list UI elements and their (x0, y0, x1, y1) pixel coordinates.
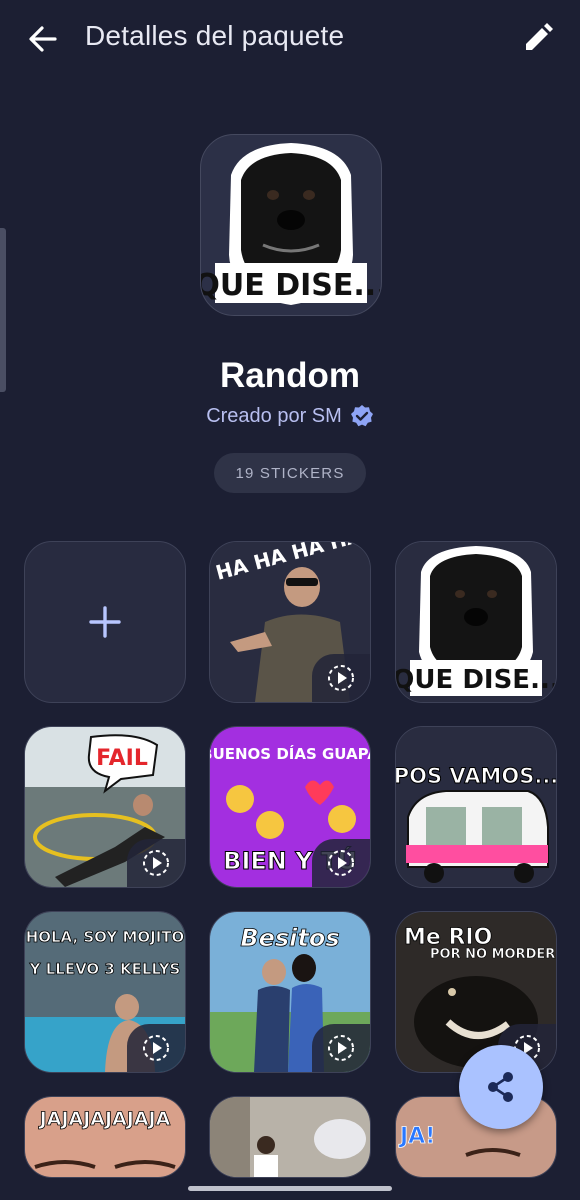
animated-indicator (312, 654, 370, 702)
cover-caption: QUE DISE... (201, 268, 381, 303)
sticker-tile[interactable]: HA HA HA HA HA (209, 541, 371, 703)
animated-indicator (312, 1024, 370, 1072)
sticker-tile[interactable]: JAJAJAJAJAJA (24, 1096, 186, 1178)
play-circle-icon (328, 850, 354, 876)
verified-badge-icon (350, 405, 373, 427)
sticker-tile[interactable]: Me RIO POR NO MORDER (395, 911, 557, 1073)
play-circle-icon (328, 665, 354, 691)
sticker-caption-top: BUENOS DÍAS GUAPA (210, 744, 370, 763)
sticker-caption: JA! (398, 1124, 435, 1149)
sticker-tile[interactable] (209, 1096, 371, 1178)
sticker-caption-top: HOLA, SOY MOJITO (26, 928, 185, 946)
sticker-tile[interactable]: BUENOS DÍAS GUAPA BIEN Y TÚ (209, 726, 371, 888)
animated-indicator (127, 839, 185, 887)
sticker-caption: POS VAMOS... (396, 764, 556, 788)
creator-row: Creado por SM (0, 404, 580, 428)
play-circle-icon (328, 1035, 354, 1061)
gesture-navigation-bar[interactable] (188, 1186, 392, 1191)
share-button[interactable] (459, 1045, 543, 1129)
pencil-icon (526, 23, 553, 50)
sticker-caption: JAJAJAJAJAJA (38, 1108, 171, 1130)
play-circle-icon (143, 850, 169, 876)
add-sticker-tile[interactable] (24, 541, 186, 703)
sticker-tile[interactable]: FAIL (24, 726, 186, 888)
animated-indicator (312, 839, 370, 887)
page-title: Detalles del paquete (85, 20, 345, 51)
sticker-caption-bottom: Y LLEVO 3 KELLYS (29, 960, 181, 978)
plus-icon (89, 606, 121, 638)
sticker-tile[interactable]: POS VAMOS... (395, 726, 557, 888)
sticker-caption: FAIL (96, 746, 148, 771)
sticker-tile[interactable]: HOLA, SOY MOJITO Y LLEVO 3 KELLYS (24, 911, 186, 1073)
sticker-caption: Besitos (240, 924, 339, 952)
sticker-caption-bottom: POR NO MORDER (430, 947, 555, 962)
sticker-tile[interactable]: Besitos (209, 911, 371, 1073)
arrow-back-icon (29, 26, 57, 52)
back-button[interactable] (26, 22, 60, 56)
animated-indicator (127, 1024, 185, 1072)
top-app-bar: Detalles del paquete (0, 0, 580, 76)
creator-label: Creado por SM (206, 404, 342, 427)
sticker-count-badge: 19 STICKERS (214, 453, 366, 493)
pack-name: Random (220, 356, 360, 395)
share-icon (488, 1072, 513, 1102)
edit-button[interactable] (520, 20, 556, 56)
sticker-caption: QUE DISE... (396, 665, 556, 695)
sticker-tile[interactable]: QUE DISE... (395, 541, 557, 703)
play-circle-icon (143, 1035, 169, 1061)
pack-cover-image: QUE DISE... (200, 134, 382, 316)
